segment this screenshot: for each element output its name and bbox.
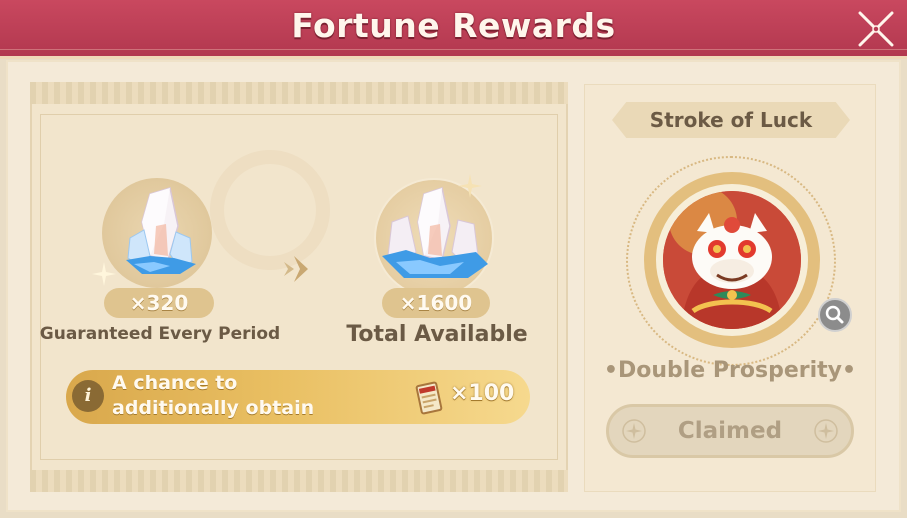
- window-title: Fortune Rewards: [291, 6, 616, 45]
- guaranteed-caption: Guaranteed Every Period: [39, 324, 281, 344]
- total-caption: Total Available: [346, 322, 528, 347]
- close-x-icon[interactable]: [855, 8, 897, 50]
- bonus-banner-label: Stroke of Luck: [649, 108, 813, 132]
- ticket-icon: [412, 380, 446, 416]
- info-icon[interactable]: i: [72, 380, 104, 412]
- rewards-panel: [30, 82, 568, 492]
- star-ornament-icon: [622, 419, 646, 443]
- claimed-button-label: Claimed: [677, 418, 783, 444]
- decorative-band: [30, 470, 568, 492]
- title-bar: Fortune Rewards: [0, 0, 907, 59]
- ticket-amount: ×100: [450, 381, 515, 406]
- bonus-item-name: •Double Prosperity•: [603, 358, 857, 383]
- crystal-icon: [380, 186, 492, 286]
- chevron-right-icon: [278, 252, 320, 286]
- total-amount-badge: ×1600: [382, 288, 490, 318]
- lion-dance-badge-image[interactable]: [663, 191, 801, 329]
- guaranteed-amount-badge: ×320: [104, 288, 214, 318]
- decorative-band: [30, 82, 568, 104]
- magnifier-icon[interactable]: [818, 298, 852, 332]
- crystal-icon: [120, 186, 200, 282]
- star-ornament-icon: [814, 419, 838, 443]
- chance-text: A chance to additionally obtain: [112, 372, 315, 419]
- sparkle-icon: [92, 262, 116, 286]
